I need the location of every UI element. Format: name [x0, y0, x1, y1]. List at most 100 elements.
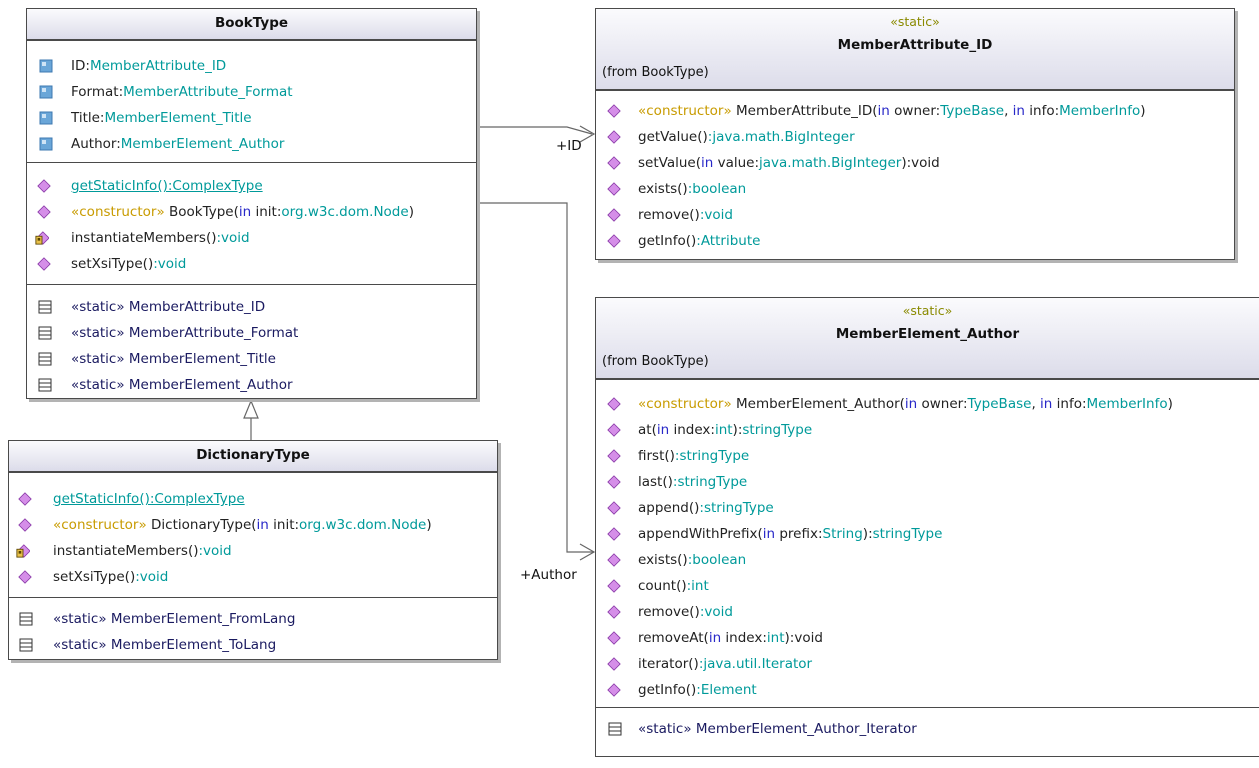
nested-class-name: «static» MemberAttribute_Format [71, 325, 299, 341]
operation-row[interactable]: getStaticInfo():ComplexType [9, 489, 497, 509]
attribute-row[interactable]: ID:MemberAttribute_ID [27, 56, 476, 76]
operation-row[interactable]: removeAt(in index:int):void [596, 628, 1259, 648]
operation-row[interactable]: first():stringType [596, 446, 1259, 466]
attribute-name: Author: [71, 136, 121, 152]
operation-row[interactable]: getInfo():Element [596, 680, 1259, 700]
operation-row[interactable]: «constructor» MemberElement_Author(in ow… [596, 394, 1259, 414]
generalization-arrowhead [243, 399, 259, 419]
operation-row[interactable]: getInfo():Attribute [596, 231, 1234, 251]
operation-row[interactable]: at(in index:int):stringType [596, 420, 1259, 440]
operation-row[interactable]: getValue():java.math.BigInteger [596, 127, 1234, 147]
param-name: init: [251, 204, 282, 220]
nested-class-row[interactable]: «static» MemberElement_ToLang [9, 635, 497, 655]
class-stereotype: «static» [890, 14, 940, 29]
operation-type: :stringType [699, 500, 774, 516]
operation-row[interactable]: instantiateMembers():void [27, 228, 476, 248]
param-type: java.math.BigInteger [759, 155, 902, 171]
class-name: MemberAttribute_ID [837, 37, 993, 53]
class-memberattribute-id[interactable]: «static» MemberAttribute_ID (from BookTy… [595, 8, 1235, 260]
operation-name: append() [638, 500, 700, 516]
attributes-compartment: ID:MemberAttribute_ID Format:MemberAttri… [27, 40, 476, 162]
class-booktype[interactable]: BookType ID:MemberAttribute_ID Format:Me… [26, 8, 477, 399]
operation-row[interactable]: exists():boolean [596, 179, 1234, 199]
operation-row[interactable]: remove():void [596, 205, 1234, 225]
operation-row[interactable]: exists():boolean [596, 550, 1259, 570]
operation-icon [18, 518, 32, 532]
nested-class-row[interactable]: «static» MemberElement_Author_Iterator [596, 719, 1259, 739]
operation-row[interactable]: remove():void [596, 602, 1259, 622]
operation-type: :java.util.Iterator [698, 656, 813, 672]
operation-type: :int [686, 578, 709, 594]
operation-row[interactable]: «constructor» BookType(in init:org.w3c.d… [27, 202, 476, 222]
operation-icon [607, 234, 621, 248]
class-dictionarytype[interactable]: DictionaryType getStaticInfo():ComplexTy… [8, 440, 498, 660]
nested-class-row[interactable]: «static» MemberElement_FromLang [9, 609, 497, 629]
operation-icon [607, 182, 621, 196]
operation-row[interactable]: append():stringType [596, 498, 1259, 518]
attribute-type: MemberAttribute_Format [123, 84, 293, 100]
class-header: BookType [27, 9, 476, 40]
operation-name: getInfo() [638, 682, 697, 698]
operation-name: MemberElement_Author( [731, 396, 905, 412]
param-name: info: [1024, 103, 1060, 119]
operation-close: ) [426, 517, 432, 533]
operation-icon [607, 397, 621, 411]
param-name: owner: [917, 396, 968, 412]
operation-type: :void [699, 207, 733, 223]
operation-row[interactable]: «constructor» DictionaryType(in init:org… [9, 515, 497, 535]
param-direction: in [238, 204, 252, 220]
operation-type: stringType [742, 422, 813, 438]
nested-class-row[interactable]: «static» MemberElement_Title [27, 349, 476, 369]
nested-class-row[interactable]: «static» MemberElement_Author [27, 375, 476, 395]
nested-class-name: «static» MemberAttribute_ID [71, 299, 266, 315]
operation-name: count() [638, 578, 687, 594]
param-direction: in [1012, 103, 1025, 119]
operation-static: getStaticInfo():ComplexType [53, 491, 245, 507]
param-direction: in [708, 630, 722, 646]
attribute-icon [39, 85, 53, 99]
operation-type: :boolean [687, 552, 747, 568]
operation-row[interactable]: setXsiType():void [9, 567, 497, 587]
operation-row[interactable]: setXsiType():void [27, 254, 476, 274]
nested-class-row[interactable]: «static» MemberAttribute_Format [27, 323, 476, 343]
nested-class-row[interactable]: «static» MemberAttribute_ID [27, 297, 476, 317]
param-type: int [714, 422, 733, 438]
operation-row[interactable]: count():int [596, 576, 1259, 596]
association-id-label: +ID [556, 138, 582, 154]
operation-name: remove() [638, 604, 700, 620]
attribute-row[interactable]: Format:MemberAttribute_Format [27, 82, 476, 102]
operation-type: :java.math.BigInteger [707, 129, 855, 145]
param-type: String [822, 526, 863, 542]
operation-icon [18, 492, 32, 506]
param-separator: , [1031, 396, 1041, 412]
param-direction: in [762, 526, 776, 542]
operation-close: ) [408, 204, 414, 220]
attribute-row[interactable]: Title:MemberElement_Title [27, 108, 476, 128]
operation-row[interactable]: «constructor» MemberAttribute_ID(in owne… [596, 101, 1234, 121]
operation-row[interactable]: getStaticInfo():ComplexType [27, 176, 476, 196]
attribute-row[interactable]: Author:MemberElement_Author [27, 134, 476, 154]
class-origin: (from BookType) [602, 354, 709, 369]
operation-icon [607, 449, 621, 463]
operation-row[interactable]: setValue(in value:java.math.BigInteger):… [596, 153, 1234, 173]
operation-name: appendWithPrefix( [638, 526, 763, 542]
operation-type: :Attribute [696, 233, 761, 249]
operation-row[interactable]: iterator():java.util.Iterator [596, 654, 1259, 674]
param-name: index: [721, 630, 767, 646]
class-memberelement-author[interactable]: «static» MemberElement_Author (from Book… [595, 297, 1259, 757]
operation-icon [607, 156, 621, 170]
operation-name: setXsiType() [71, 256, 154, 272]
operations-compartment: getStaticInfo():ComplexType «constructor… [9, 472, 497, 597]
nested-class-icon [608, 722, 622, 736]
operation-name: getInfo() [638, 233, 697, 249]
operation-row[interactable]: last():stringType [596, 472, 1259, 492]
operation-row[interactable]: instantiateMembers():void [9, 541, 497, 561]
param-type: MemberInfo [1059, 103, 1141, 119]
operation-row[interactable]: appendWithPrefix(in prefix:String):strin… [596, 524, 1259, 544]
operation-type: :void [153, 256, 187, 272]
operation-name: DictionaryType( [146, 517, 257, 533]
operation-name: removeAt( [638, 630, 709, 646]
operation-icon [607, 501, 621, 515]
param-type: MemberInfo [1086, 396, 1168, 412]
param-name: info: [1052, 396, 1087, 412]
